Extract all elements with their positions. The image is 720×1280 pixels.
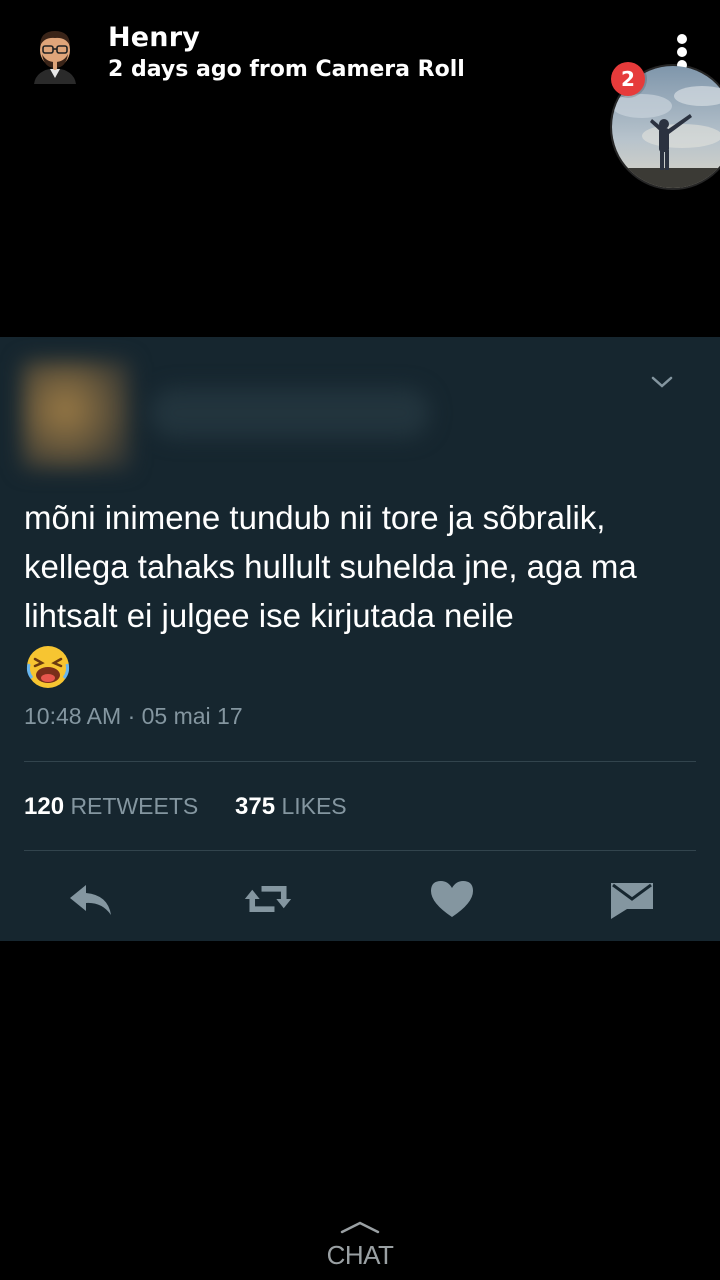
blurred-profile-name [150,388,430,438]
chat-label: CHAT [326,1240,394,1270]
tweet-text: mõni inimene tundub nii tore ja sõbralik… [24,499,637,634]
likes-count: 375 [235,793,276,820]
blurred-profile-picture [22,361,130,469]
story-source-subtitle: 2 days ago from Camera Roll [108,57,465,82]
like-icon[interactable] [427,877,477,921]
tweet-card: mõni inimene tundub nii tore ja sõbralik… [0,337,720,941]
likes-label: LIKES [281,793,347,819]
more-options-icon[interactable] [664,30,700,70]
user-name[interactable]: Henry [108,22,200,53]
chat-button[interactable]: CHAT [310,1212,410,1272]
tweet-timestamp: 10:48 AM · 05 mai 17 [24,703,243,729]
direct-message-icon[interactable] [607,877,657,921]
loudly-crying-emoji-icon [26,646,70,688]
divider [24,761,696,762]
user-bitmoji-avatar[interactable] [28,26,82,84]
retweet-icon[interactable] [243,877,293,921]
blurred-profile-info [0,353,460,473]
reply-icon[interactable] [66,877,116,921]
tweet-stats: 120 RETWEETS 375 LIKES [24,793,347,821]
chevron-down-icon[interactable] [648,372,676,392]
retweets-label: RETWEETS [70,793,199,819]
retweets-count: 120 [24,793,65,820]
story-count-badge: 2 [611,62,645,96]
divider [24,850,696,851]
story-header: Henry 2 days ago from Camera Roll 2 [0,0,720,190]
tweet-actions [0,877,720,923]
chevron-up-icon [340,1221,380,1234]
